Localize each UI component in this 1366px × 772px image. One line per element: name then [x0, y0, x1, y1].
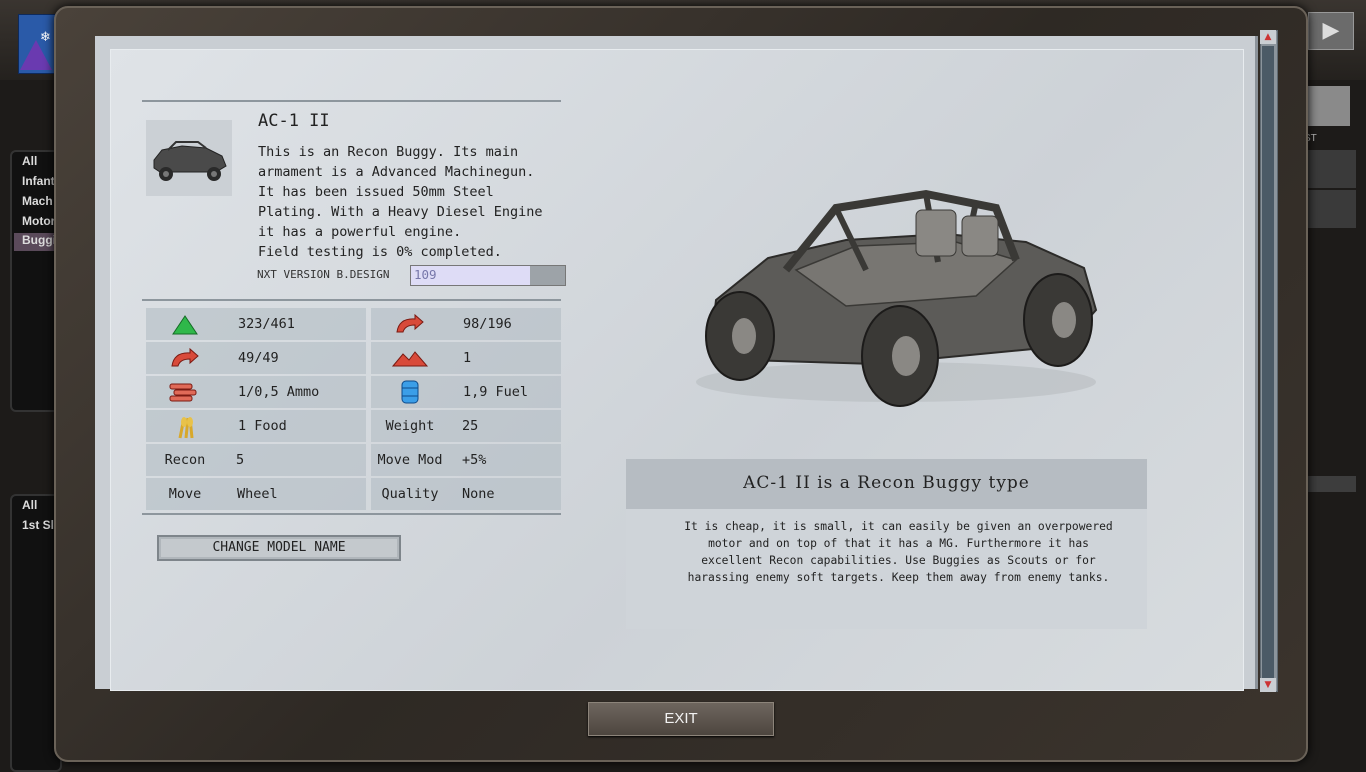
design-progress-value: 109: [414, 267, 437, 282]
scrollbar-thumb[interactable]: [1262, 46, 1274, 680]
health-triangle-icon: [172, 315, 198, 335]
max-ap-value: 98/196: [463, 316, 512, 332]
hp-value: 323/461: [238, 316, 295, 332]
scroll-down-icon[interactable]: ▼: [1260, 678, 1276, 692]
recon-value: 5: [236, 452, 245, 468]
food-value: 1 Food: [238, 418, 287, 434]
move-mod-label: Move Mod: [377, 452, 443, 468]
description-line: Plating. With a Heavy Diesel Engine: [258, 204, 543, 220]
ammo-value: 1/0,5 Ammo: [238, 384, 320, 400]
description-line: it has a powerful engine.: [258, 224, 462, 240]
move-mod-value: +5%: [462, 452, 487, 468]
action-points-arrow-icon: [396, 313, 424, 333]
list-filter-all[interactable]: All: [22, 498, 54, 512]
food-wheat-icon: [178, 417, 194, 439]
description-line: Field testing is 0% completed.: [258, 244, 502, 260]
recon-label: Recon: [164, 452, 206, 468]
filter-machine[interactable]: Mach: [22, 194, 54, 208]
design-progress-field: 109: [410, 265, 566, 286]
side-slab: [1306, 86, 1350, 126]
move-label: Move: [168, 486, 202, 502]
next-version-label: NXT VERSION B.DESIGN: [257, 268, 390, 281]
change-model-name-button[interactable]: CHANGE MODEL NAME: [157, 535, 401, 561]
list-item-1st[interactable]: 1st Sl: [22, 518, 54, 532]
description-line: armament is a Advanced Machinegun.: [258, 164, 535, 180]
side-cell: [1306, 190, 1356, 228]
ammo-icon: [169, 383, 197, 402]
description-line: This is an Recon Buggy. Its main: [258, 144, 519, 160]
side-band: [1306, 476, 1356, 492]
type-description: It is cheap, it is small, it can easily …: [636, 518, 1161, 586]
filter-infantry[interactable]: Infant: [22, 174, 54, 188]
type-description-line: It is cheap, it is small, it can easily …: [684, 520, 1113, 533]
action-points-arrow-icon: [171, 347, 199, 367]
fuel-barrel-icon: [401, 380, 419, 404]
type-description-line: motor and on top of that it has a MG. Fu…: [708, 537, 1089, 550]
type-title: AC-1 II is a Recon Buggy type: [743, 473, 1030, 493]
exit-button[interactable]: EXIT: [588, 702, 774, 736]
filter-all[interactable]: All: [22, 154, 54, 168]
readiness-value: 1: [463, 350, 472, 366]
weight-value: 25: [462, 418, 479, 434]
play-icon[interactable]: ▶: [1308, 12, 1354, 50]
weight-label: Weight: [385, 418, 435, 434]
scroll-up-icon[interactable]: ▲: [1260, 30, 1276, 44]
vehicle-image: [696, 189, 1098, 407]
side-cell: [1306, 150, 1356, 188]
divider: [142, 100, 561, 102]
filter-buggies[interactable]: Buggi: [14, 233, 54, 251]
divider: [142, 513, 561, 515]
type-description-line: excellent Recon capabilities. Use Buggie…: [701, 554, 1096, 567]
quality-label: Quality: [381, 486, 439, 502]
readiness-peaks-icon: [391, 351, 429, 367]
quality-value: None: [462, 486, 495, 502]
filter-motor[interactable]: Motor: [22, 214, 54, 228]
unit-thumbnail: [146, 120, 232, 196]
description-line: It has been issued 50mm Steel: [258, 184, 494, 200]
ap-value: 49/49: [238, 350, 279, 366]
fuel-value: 1,9 Fuel: [463, 384, 529, 400]
unit-name: AC-1 II: [258, 111, 330, 131]
move-value: Wheel: [237, 486, 278, 502]
type-description-line: harassing enemy soft targets. Keep them …: [687, 571, 1110, 584]
snowflake-icon: ❄: [40, 30, 51, 45]
unit-description: This is an Recon Buggy. Its main armamen…: [258, 142, 558, 262]
divider: [142, 299, 561, 301]
